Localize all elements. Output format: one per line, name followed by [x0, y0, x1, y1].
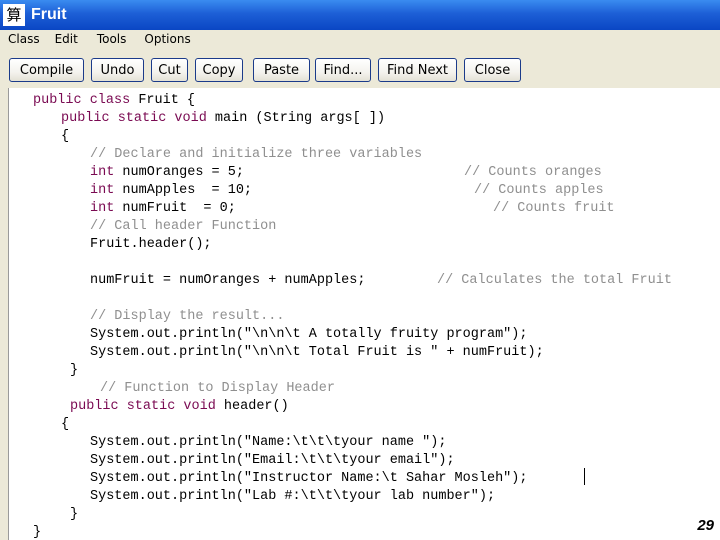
cut-button[interactable]: Cut: [151, 58, 188, 82]
code-line: System.out.println("Name:\t\t\tyour name…: [90, 434, 446, 452]
code-line: }: [33, 524, 41, 540]
compile-button[interactable]: Compile: [9, 58, 84, 82]
code-comment: // Call header Function: [90, 219, 277, 234]
code-text: System.out.println("Instructor Name:\t S…: [90, 471, 528, 486]
text-cursor: [584, 468, 585, 485]
code-line: public class Fruit {: [33, 92, 195, 110]
code-text: header(): [215, 399, 289, 414]
code-line: System.out.println("Lab #:\t\t\tyour lab…: [90, 488, 495, 506]
code-text: main (String args[ ]): [206, 111, 386, 126]
menu-class[interactable]: Class: [0, 32, 40, 46]
find-button[interactable]: Find...: [315, 58, 371, 82]
menu-tools[interactable]: Tools: [78, 32, 127, 46]
code-comment: // Counts oranges: [464, 165, 602, 180]
code-line: numFruit = numOranges + numApples;: [90, 272, 365, 290]
code-line: {: [61, 416, 69, 434]
code-text: Fruit.header();: [90, 237, 212, 252]
find-next-button[interactable]: Find Next: [378, 58, 457, 82]
code-text: numFruit = 0;: [114, 201, 236, 216]
code-line: {: [61, 128, 69, 146]
code-text: numOranges = 5;: [114, 165, 244, 180]
slide-number: 29: [697, 517, 714, 534]
code-text: {: [61, 129, 70, 144]
code-line: public static void main (String args[ ]): [61, 110, 385, 128]
code-text: System.out.println("\n\n\t A totally fru…: [90, 327, 528, 342]
undo-button[interactable]: Undo: [91, 58, 144, 82]
close-button[interactable]: Close: [464, 58, 521, 82]
menu-options[interactable]: Options: [126, 32, 190, 46]
code-keyword: int: [90, 183, 115, 198]
code-comment: // Counts fruit: [493, 201, 615, 216]
code-line: System.out.println("Instructor Name:\t S…: [90, 470, 527, 488]
code-line: int numOranges = 5;: [90, 164, 244, 182]
code-line: }: [70, 506, 78, 524]
code-comment: // Display the result...: [90, 309, 285, 324]
code-comment: // Declare and initialize three variable…: [90, 147, 423, 162]
window-title: Fruit: [31, 6, 67, 23]
code-text: System.out.println("Email:\t\t\tyour ema…: [90, 453, 455, 468]
code-text: Fruit {: [130, 93, 196, 108]
title-bar: 算 Fruit: [0, 0, 720, 30]
code-line: System.out.println("Email:\t\t\tyour ema…: [90, 452, 455, 470]
code-keyword: int: [90, 201, 115, 216]
menu-edit[interactable]: Edit: [40, 32, 78, 46]
code-keyword: public static void: [61, 111, 207, 126]
code-keyword: int: [90, 165, 115, 180]
code-line: public static void header(): [70, 398, 289, 416]
code-line: int numFruit = 0;: [90, 200, 236, 218]
code-line: System.out.println("\n\n\t Total Fruit i…: [90, 344, 544, 362]
code-line: int numApples = 10;: [90, 182, 252, 200]
code-keyword: public class: [33, 93, 131, 108]
code-text: }: [33, 525, 42, 540]
code-text: System.out.println("Name:\t\t\tyour name…: [90, 435, 447, 450]
code-comment: // Counts apples: [474, 183, 604, 198]
menu-bar: Class Edit Tools Options: [0, 30, 720, 48]
code-text: numFruit = numOranges + numApples;: [90, 273, 366, 288]
paste-button[interactable]: Paste: [253, 58, 310, 82]
code-text: {: [61, 417, 70, 432]
code-keyword: public static void: [70, 399, 216, 414]
code-text: }: [70, 507, 79, 522]
code-line: Fruit.header();: [90, 236, 212, 254]
code-text: numApples = 10;: [114, 183, 253, 198]
copy-button[interactable]: Copy: [195, 58, 243, 82]
code-line: System.out.println("\n\n\t A totally fru…: [90, 326, 527, 344]
code-comment: // Function to Display Header: [100, 381, 335, 396]
code-comment: // Calculates the total Fruit: [437, 273, 672, 288]
toolbar: Compile Undo Cut Copy Paste Find... Find…: [0, 48, 720, 88]
code-text: }: [70, 363, 79, 378]
abacus-icon[interactable]: 算: [3, 4, 25, 26]
code-line: }: [70, 362, 78, 380]
code-text: System.out.println("\n\n\t Total Fruit i…: [90, 345, 544, 360]
code-text: System.out.println("Lab #:\t\t\tyour lab…: [90, 489, 496, 504]
